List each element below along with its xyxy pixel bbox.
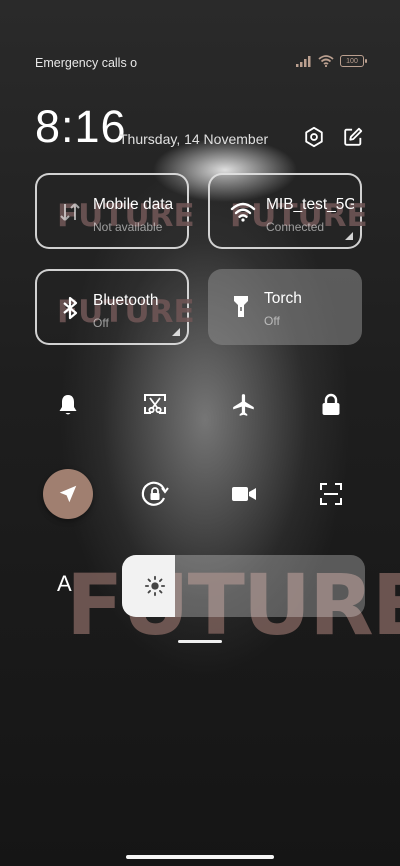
bluetooth-tile[interactable]: FUTURE Bluetooth Off — [35, 269, 195, 345]
brightness-slider[interactable] — [122, 555, 365, 617]
wifi-status-icon — [318, 55, 334, 67]
expand-corner-icon — [172, 328, 180, 336]
ring-toggle[interactable] — [43, 380, 93, 430]
tile-subtitle: Off — [93, 316, 109, 330]
video-camera-icon — [232, 487, 256, 501]
torch-tile[interactable]: Torch Off — [208, 269, 362, 345]
scan-icon — [320, 483, 342, 505]
location-toggle[interactable] — [43, 469, 93, 519]
tile-title: MIB_test_5G — [266, 196, 354, 213]
carrier-status-text: Emergency calls o — [35, 56, 138, 70]
torch-icon — [234, 296, 248, 317]
battery-level: 100 — [346, 57, 358, 65]
edit-icon[interactable] — [342, 126, 364, 148]
status-icons: 100 — [296, 55, 367, 67]
airplane-icon — [233, 394, 254, 416]
bell-icon — [59, 395, 77, 415]
tile-subtitle: Off — [264, 314, 280, 328]
scanner-toggle[interactable] — [306, 469, 356, 519]
rotation-lock-icon — [141, 481, 169, 506]
screenshot-icon — [144, 394, 166, 414]
date-text: Thursday, 14 November — [119, 131, 269, 147]
sun-icon — [144, 575, 166, 597]
tile-title: Torch — [264, 290, 302, 307]
home-indicator[interactable] — [126, 855, 274, 859]
clock-time: 8:16 — [35, 101, 127, 152]
tile-subtitle: Not available — [93, 220, 163, 234]
panel-drag-handle[interactable] — [178, 640, 222, 643]
airplane-toggle[interactable] — [219, 380, 269, 430]
lock-icon — [322, 393, 340, 415]
bluetooth-icon — [63, 296, 78, 320]
lock-toggle[interactable] — [306, 380, 356, 430]
location-icon — [59, 485, 77, 503]
tile-title: Bluetooth — [93, 292, 159, 309]
screenshot-toggle[interactable] — [130, 380, 180, 430]
tile-subtitle: Connected — [266, 220, 325, 234]
mobile-data-icon — [60, 203, 80, 221]
auto-brightness-button[interactable]: A — [57, 571, 72, 597]
mobile-data-tile[interactable]: FUTURE Mobile data Not available — [35, 173, 195, 249]
wifi-tile[interactable]: FUTURE MIB_test_5G Connected — [208, 173, 368, 249]
expand-corner-icon — [345, 232, 353, 240]
tile-title: Mobile data — [93, 196, 174, 213]
settings-icon[interactable] — [303, 126, 325, 148]
battery-icon: 100 — [340, 55, 367, 67]
wifi-icon — [230, 202, 256, 222]
screen-recorder-toggle[interactable] — [219, 469, 269, 519]
rotation-lock-toggle[interactable] — [130, 469, 180, 519]
signal-icon — [296, 55, 311, 67]
